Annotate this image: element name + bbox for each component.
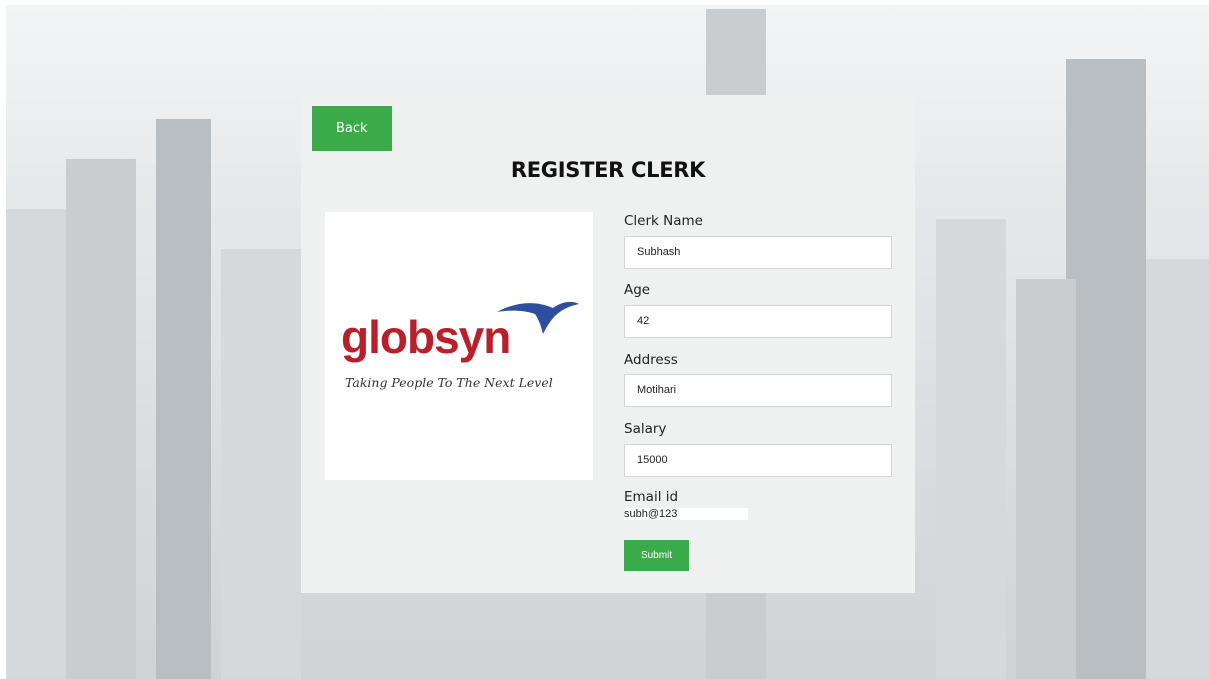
back-button[interactable]: Back	[312, 106, 392, 151]
clerk-name-label: Clerk Name	[624, 213, 703, 229]
page-title: REGISTER CLERK	[510, 158, 706, 182]
age-field[interactable]: 42	[624, 305, 892, 338]
logo-tagline: Taking People To The Next Level	[345, 375, 553, 390]
background-building	[66, 159, 136, 679]
clerk-name-field[interactable]: Subhash	[624, 236, 892, 269]
submit-button[interactable]: Submit	[624, 540, 689, 571]
address-label: Address	[624, 352, 678, 368]
background-building	[1066, 59, 1146, 679]
email-label: Email id	[624, 489, 679, 505]
logo-wordmark: globsyn	[341, 311, 511, 363]
company-logo: globsyn Taking People To The Next Level	[325, 212, 593, 480]
background-building	[156, 119, 211, 679]
email-field[interactable]: subh@123	[624, 508, 748, 520]
background-building	[1016, 279, 1076, 679]
address-field[interactable]: Motihari	[624, 374, 892, 407]
background-building	[1146, 259, 1209, 679]
salary-label: Salary	[624, 421, 667, 437]
bird-icon	[497, 301, 579, 334]
age-label: Age	[624, 282, 651, 298]
background-building	[936, 219, 1006, 679]
salary-field[interactable]: 15000	[624, 444, 892, 477]
background-building	[221, 249, 301, 679]
